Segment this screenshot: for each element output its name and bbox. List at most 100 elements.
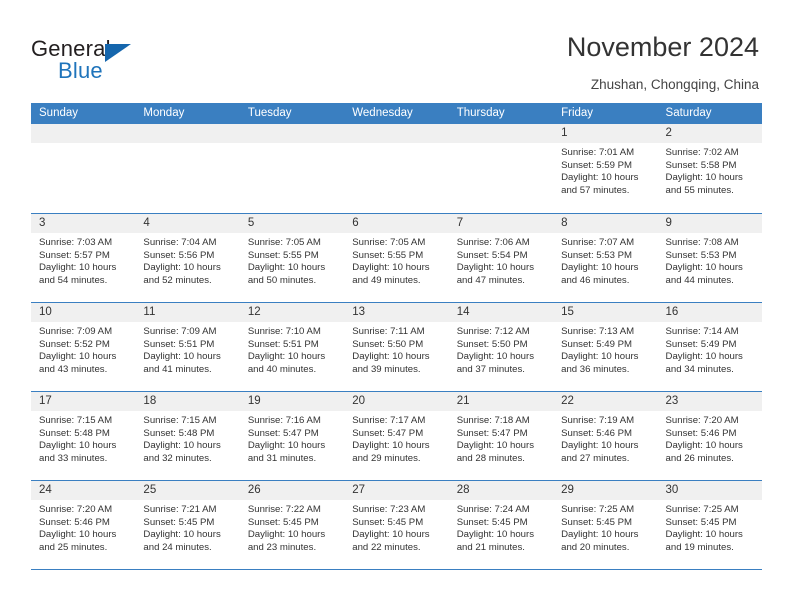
daylight-text: Daylight: 10 hours and 33 minutes. (39, 440, 117, 464)
day-number: 11 (135, 303, 240, 322)
sunset-text: Sunset: 5:51 PM (143, 338, 215, 350)
calendar-week-row: 1 Sunrise: 7:01 AM Sunset: 5:59 PM Daylight… (31, 124, 762, 213)
sunrise-text: Sunrise: 7:10 AM (247, 326, 321, 337)
day-number: 12 (239, 303, 345, 322)
sunrise-text: Sunrise: 7:01 AM (561, 147, 635, 158)
day-sun-info: Sunrise: 7:01 AM Sunset: 5:59 PM Daylight:… (553, 143, 657, 197)
day-sun-info: Sunrise: 7:25 AM Sunset: 5:45 PM Daylight:… (553, 500, 657, 554)
calendar-day-cell[interactable]: 19 Sunrise: 7:16 AM Sunset: 5:47 PM Dayligh… (239, 392, 345, 480)
daylight-text: Daylight: 10 hours and 52 minutes. (143, 262, 221, 286)
sunrise-text: Sunrise: 7:16 AM (247, 415, 321, 426)
day-sun-info: Sunrise: 7:08 AM Sunset: 5:53 PM Daylight:… (658, 233, 762, 287)
day-sun-info: Sunrise: 7:05 AM Sunset: 5:55 PM Daylight:… (344, 233, 448, 287)
daylight-text: Daylight: 10 hours and 54 minutes. (39, 262, 117, 286)
calendar-day-cell[interactable]: 9 Sunrise: 7:08 AM Sunset: 5:53 PM Daylight… (657, 214, 762, 302)
calendar-day-cell[interactable]: 7 Sunrise: 7:06 AM Sunset: 5:54 PM Daylight… (448, 214, 554, 302)
sunset-text: Sunset: 5:45 PM (143, 516, 215, 528)
calendar-day-cell[interactable]: 28 Sunrise: 7:24 AM Sunset: 5:45 PM Dayligh… (448, 481, 554, 569)
daylight-text: Daylight: 10 hours and 50 minutes. (247, 262, 326, 286)
sunset-text: Sunset: 5:50 PM (456, 338, 528, 350)
daylight-text: Daylight: 10 hours and 46 minutes. (561, 262, 639, 286)
daylight-text: Daylight: 10 hours and 29 minutes. (352, 440, 430, 464)
day-sun-info: Sunrise: 7:18 AM Sunset: 5:47 PM Daylight:… (449, 411, 553, 465)
calendar-day-cell[interactable]: 27 Sunrise: 7:23 AM Sunset: 5:45 PM Dayligh… (344, 481, 449, 569)
calendar-day-cell[interactable]: 6 Sunrise: 7:05 AM Sunset: 5:55 PM Daylight… (344, 214, 449, 302)
day-number: 25 (135, 481, 240, 500)
calendar-day-cell[interactable]: 15 Sunrise: 7:13 AM Sunset: 5:49 PM Dayligh… (553, 303, 658, 391)
sunrise-text: Sunrise: 7:19 AM (561, 415, 635, 426)
sunrise-text: Sunrise: 7:07 AM (561, 237, 635, 248)
sunset-text: Sunset: 5:49 PM (561, 338, 633, 350)
calendar-day-cell[interactable]: 14 Sunrise: 7:12 AM Sunset: 5:50 PM Dayligh… (448, 303, 554, 391)
daylight-text: Daylight: 10 hours and 24 minutes. (143, 529, 221, 553)
day-number: 23 (657, 392, 762, 411)
calendar-day-cell[interactable]: 4 Sunrise: 7:04 AM Sunset: 5:56 PM Daylight… (135, 214, 240, 302)
calendar-day-cell[interactable]: 29 Sunrise: 7:25 AM Sunset: 5:45 PM Dayligh… (553, 481, 658, 569)
sunrise-text: Sunrise: 7:15 AM (143, 415, 217, 426)
calendar-day-cell[interactable]: 21 Sunrise: 7:18 AM Sunset: 5:47 PM Dayligh… (448, 392, 554, 480)
day-number: 5 (239, 214, 345, 233)
calendar-day-cell[interactable]: 18 Sunrise: 7:15 AM Sunset: 5:48 PM Dayligh… (135, 392, 240, 480)
calendar-day-cell[interactable]: 10 Sunrise: 7:09 AM Sunset: 5:52 PM Dayligh… (31, 303, 136, 391)
day-number: 21 (448, 392, 554, 411)
calendar-day-cell[interactable]: 2 Sunrise: 7:02 AM Sunset: 5:58 PM Daylight… (657, 124, 762, 213)
sunrise-text: Sunrise: 7:12 AM (456, 326, 530, 337)
calendar-day-cell[interactable]: 26 Sunrise: 7:22 AM Sunset: 5:45 PM Dayligh… (239, 481, 345, 569)
day-sun-info: Sunrise: 7:20 AM Sunset: 5:46 PM Daylight:… (31, 500, 135, 554)
calendar-day-cell[interactable]: 20 Sunrise: 7:17 AM Sunset: 5:47 PM Dayligh… (344, 392, 449, 480)
sunrise-text: Sunrise: 7:25 AM (561, 504, 635, 515)
sunset-text: Sunset: 5:52 PM (39, 338, 110, 350)
day-sun-info: Sunrise: 7:21 AM Sunset: 5:45 PM Daylight:… (135, 500, 239, 554)
day-number (344, 124, 449, 143)
calendar-day-cell[interactable]: 23 Sunrise: 7:20 AM Sunset: 5:46 PM Dayligh… (657, 392, 762, 480)
day-sun-info: Sunrise: 7:03 AM Sunset: 5:57 PM Daylight:… (31, 233, 135, 287)
day-sun-info: Sunrise: 7:23 AM Sunset: 5:45 PM Daylight:… (344, 500, 448, 554)
calendar-day-cell[interactable]: 17 Sunrise: 7:15 AM Sunset: 5:48 PM Dayligh… (31, 392, 136, 480)
sunset-text: Sunset: 5:45 PM (247, 516, 319, 528)
day-number: 19 (239, 392, 345, 411)
weekday-wednesday: Wednesday (352, 107, 413, 119)
daylight-text: Daylight: 10 hours and 20 minutes. (561, 529, 639, 553)
daylight-text: Daylight: 10 hours and 37 minutes. (456, 351, 535, 375)
sunrise-text: Sunrise: 7:13 AM (561, 326, 635, 337)
day-number: 24 (31, 481, 136, 500)
weekday-header-row: Sunday Monday Tuesday Wednesday Thursday… (31, 103, 762, 124)
day-sun-info: Sunrise: 7:06 AM Sunset: 5:54 PM Daylight:… (449, 233, 553, 287)
weekday-sunday: Sunday (39, 107, 79, 119)
calendar-day-cell[interactable]: 16 Sunrise: 7:14 AM Sunset: 5:49 PM Dayligh… (657, 303, 762, 391)
daylight-text: Daylight: 10 hours and 21 minutes. (456, 529, 535, 553)
generalblue-logo[interactable]: General Blue (31, 36, 231, 88)
sunset-text: Sunset: 5:45 PM (561, 516, 633, 528)
day-number: 2 (657, 124, 762, 143)
day-sun-info: Sunrise: 7:15 AM Sunset: 5:48 PM Daylight:… (31, 411, 135, 465)
sunrise-text: Sunrise: 7:18 AM (456, 415, 530, 426)
calendar-day-cell[interactable]: 5 Sunrise: 7:05 AM Sunset: 5:55 PM Daylight… (239, 214, 345, 302)
day-number (31, 124, 136, 143)
calendar-day-cell[interactable]: 11 Sunrise: 7:09 AM Sunset: 5:51 PM Dayligh… (135, 303, 240, 391)
calendar-day-cell[interactable]: 30 Sunrise: 7:25 AM Sunset: 5:45 PM Dayligh… (657, 481, 762, 569)
calendar-day-cell[interactable]: 25 Sunrise: 7:21 AM Sunset: 5:45 PM Dayligh… (135, 481, 240, 569)
calendar-day-cell[interactable]: 24 Sunrise: 7:20 AM Sunset: 5:46 PM Dayligh… (31, 481, 136, 569)
day-sun-info: Sunrise: 7:09 AM Sunset: 5:52 PM Daylight:… (31, 322, 135, 376)
weekday-monday: Monday (143, 107, 185, 119)
calendar-day-cell[interactable]: 22 Sunrise: 7:19 AM Sunset: 5:46 PM Dayligh… (553, 392, 658, 480)
day-number (239, 124, 345, 143)
calendar-page: General Blue November 2024 Zhushan, Chon… (0, 0, 792, 612)
calendar-day-cell[interactable]: 3 Sunrise: 7:03 AM Sunset: 5:57 PM Daylight… (31, 214, 136, 302)
sunrise-text: Sunrise: 7:20 AM (39, 504, 113, 515)
sunrise-text: Sunrise: 7:05 AM (247, 237, 321, 248)
daylight-text: Daylight: 10 hours and 41 minutes. (143, 351, 221, 375)
calendar-day-cell[interactable]: 12 Sunrise: 7:10 AM Sunset: 5:51 PM Dayligh… (239, 303, 345, 391)
calendar-day-cell-empty (239, 124, 345, 213)
calendar-day-cell[interactable]: 1 Sunrise: 7:01 AM Sunset: 5:59 PM Daylight… (553, 124, 658, 213)
day-sun-info: Sunrise: 7:09 AM Sunset: 5:51 PM Daylight:… (135, 322, 239, 376)
calendar-day-cell[interactable]: 13 Sunrise: 7:11 AM Sunset: 5:50 PM Dayligh… (344, 303, 449, 391)
sunrise-text: Sunrise: 7:11 AM (352, 326, 425, 337)
sunrise-text: Sunrise: 7:22 AM (247, 504, 321, 515)
day-sun-info: Sunrise: 7:22 AM Sunset: 5:45 PM Daylight:… (240, 500, 344, 554)
daylight-text: Daylight: 10 hours and 23 minutes. (247, 529, 326, 553)
calendar-day-cell-empty (448, 124, 554, 213)
sunset-text: Sunset: 5:53 PM (665, 249, 737, 261)
calendar-day-cell[interactable]: 8 Sunrise: 7:07 AM Sunset: 5:53 PM Daylight… (553, 214, 658, 302)
sunrise-text: Sunrise: 7:17 AM (352, 415, 426, 426)
